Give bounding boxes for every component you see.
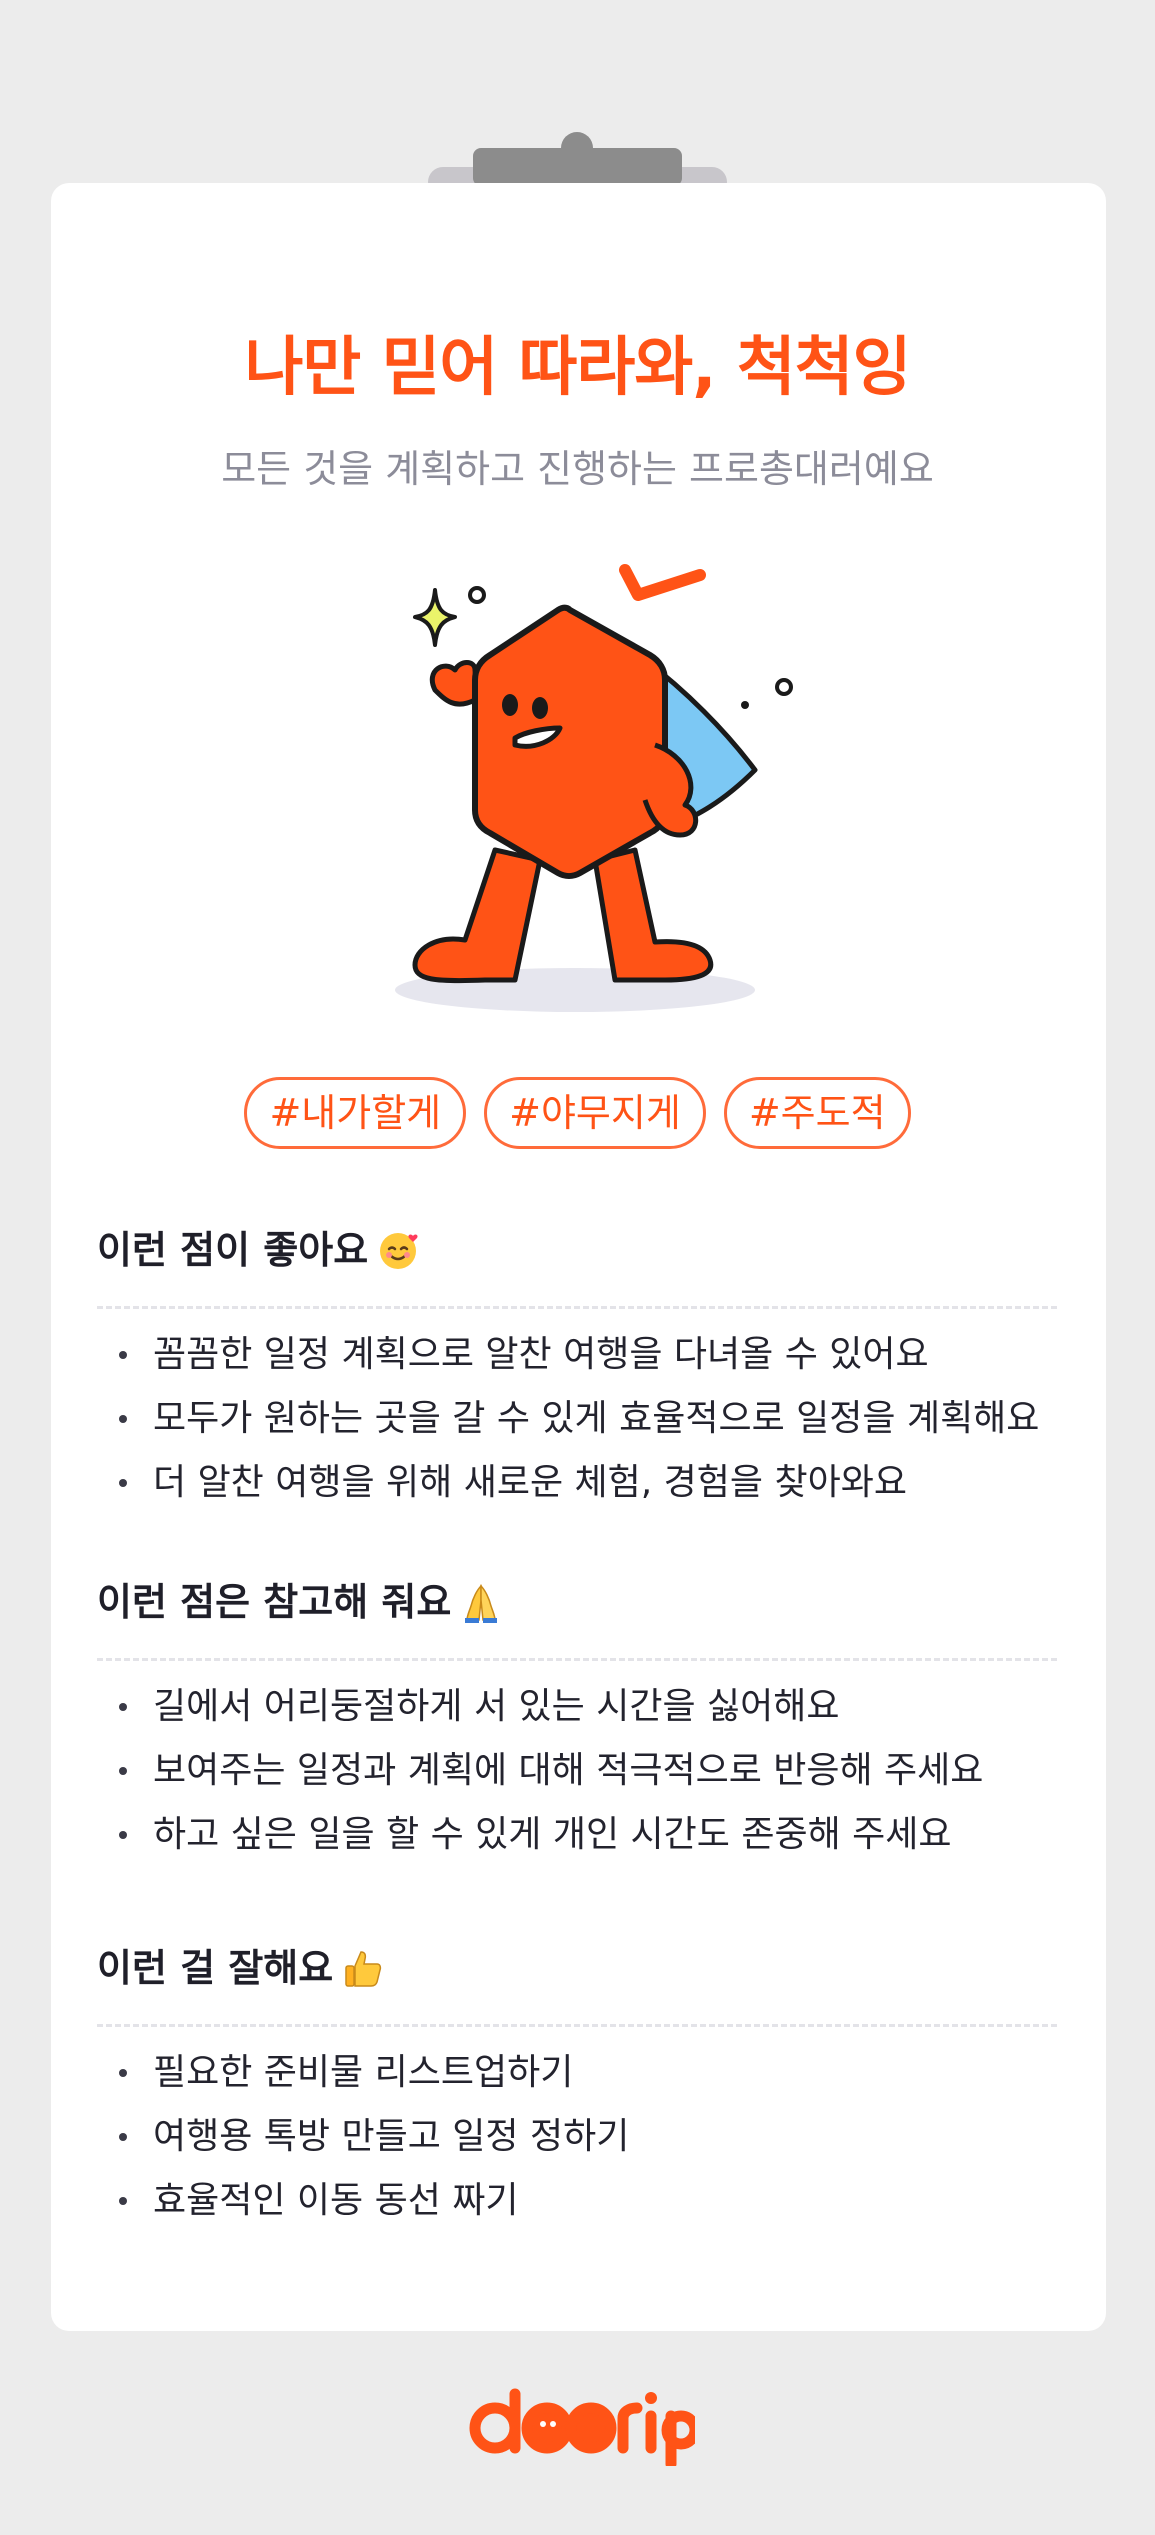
list-item: 필요한 준비물 리스트업하기 <box>97 2041 1057 2105</box>
dashed-divider <box>97 1658 1057 1661</box>
hashtag-badge: #주도적 <box>723 1077 911 1149</box>
dashed-divider <box>97 2024 1057 2027</box>
hashtag-badge: #야무지게 <box>484 1077 706 1149</box>
list-item: 여행용 톡방 만들고 일정 정하기 <box>97 2105 1057 2169</box>
list-item: 보여주는 일정과 계획에 대해 적극적으로 반응해 주세요 <box>97 1739 1057 1803</box>
list-item: 모두가 원하는 곳을 갈 수 있게 효율적으로 일정을 계획해요 <box>97 1387 1057 1451</box>
list-item: 더 알찬 여행을 위해 새로운 체험, 경험을 찾아와요 <box>97 1451 1057 1515</box>
section-title: 이런 걸 잘해요 <box>97 1938 1057 1998</box>
list-item: 효율적인 이동 동선 짜기 <box>97 2169 1057 2233</box>
section-good-points: 이런 점이 좋아요 꼼꼼한 일정 계획으로 알찬 여행을 다녀올 수 있어요 모… <box>97 1220 1057 1515</box>
list-item: 하고 싶은 일을 할 수 있게 개인 시간도 존중해 주세요 <box>97 1803 1057 1867</box>
hexagon-mascot-icon <box>395 564 793 1012</box>
doorip-logo: doorip <box>465 2386 695 2466</box>
section-strengths: 이런 걸 잘해요 필요한 준비물 리스트업하기 여행용 톡방 만들고 일정 정하… <box>97 1938 1057 2233</box>
bullet-list: 꼼꼼한 일정 계획으로 알찬 여행을 다녀올 수 있어요 모두가 원하는 곳을 … <box>97 1323 1057 1515</box>
section-title: 이런 점이 좋아요 <box>97 1220 1057 1280</box>
page-subtitle: 모든 것을 계획하고 진행하는 프로총대러예요 <box>221 447 934 491</box>
list-item: 길에서 어리둥절하게 서 있는 시간을 싫어해요 <box>97 1675 1057 1739</box>
section-notes: 이런 점은 참고해 줘요 길에서 어리둥절하게 서 있는 시간을 싫어해요 보여… <box>97 1572 1057 1867</box>
smiling-face-with-hearts-icon <box>380 1233 418 1269</box>
section-title: 이런 점은 참고해 줘요 <box>97 1572 1057 1632</box>
tag-list: #내가할게 #야무지게 #주도적 <box>0 1077 1155 1149</box>
dashed-divider <box>97 1306 1057 1309</box>
bullet-list: 필요한 준비물 리스트업하기 여행용 톡방 만들고 일정 정하기 효율적인 이동… <box>97 2041 1057 2233</box>
bullet-list: 길에서 어리둥절하게 서 있는 시간을 싫어해요 보여주는 일정과 계획에 대해… <box>97 1675 1057 1867</box>
folded-hands-icon <box>465 1584 498 1623</box>
page-title: 나만 믿어 따라와, 척척잉 <box>244 331 912 405</box>
thumbs-up-icon <box>345 1951 382 1987</box>
hashtag-badge: #내가할게 <box>244 1077 467 1149</box>
list-item: 꼼꼼한 일정 계획으로 알찬 여행을 다녀올 수 있어요 <box>97 1323 1057 1387</box>
svg-text:doorip: doorip <box>465 2386 469 2387</box>
